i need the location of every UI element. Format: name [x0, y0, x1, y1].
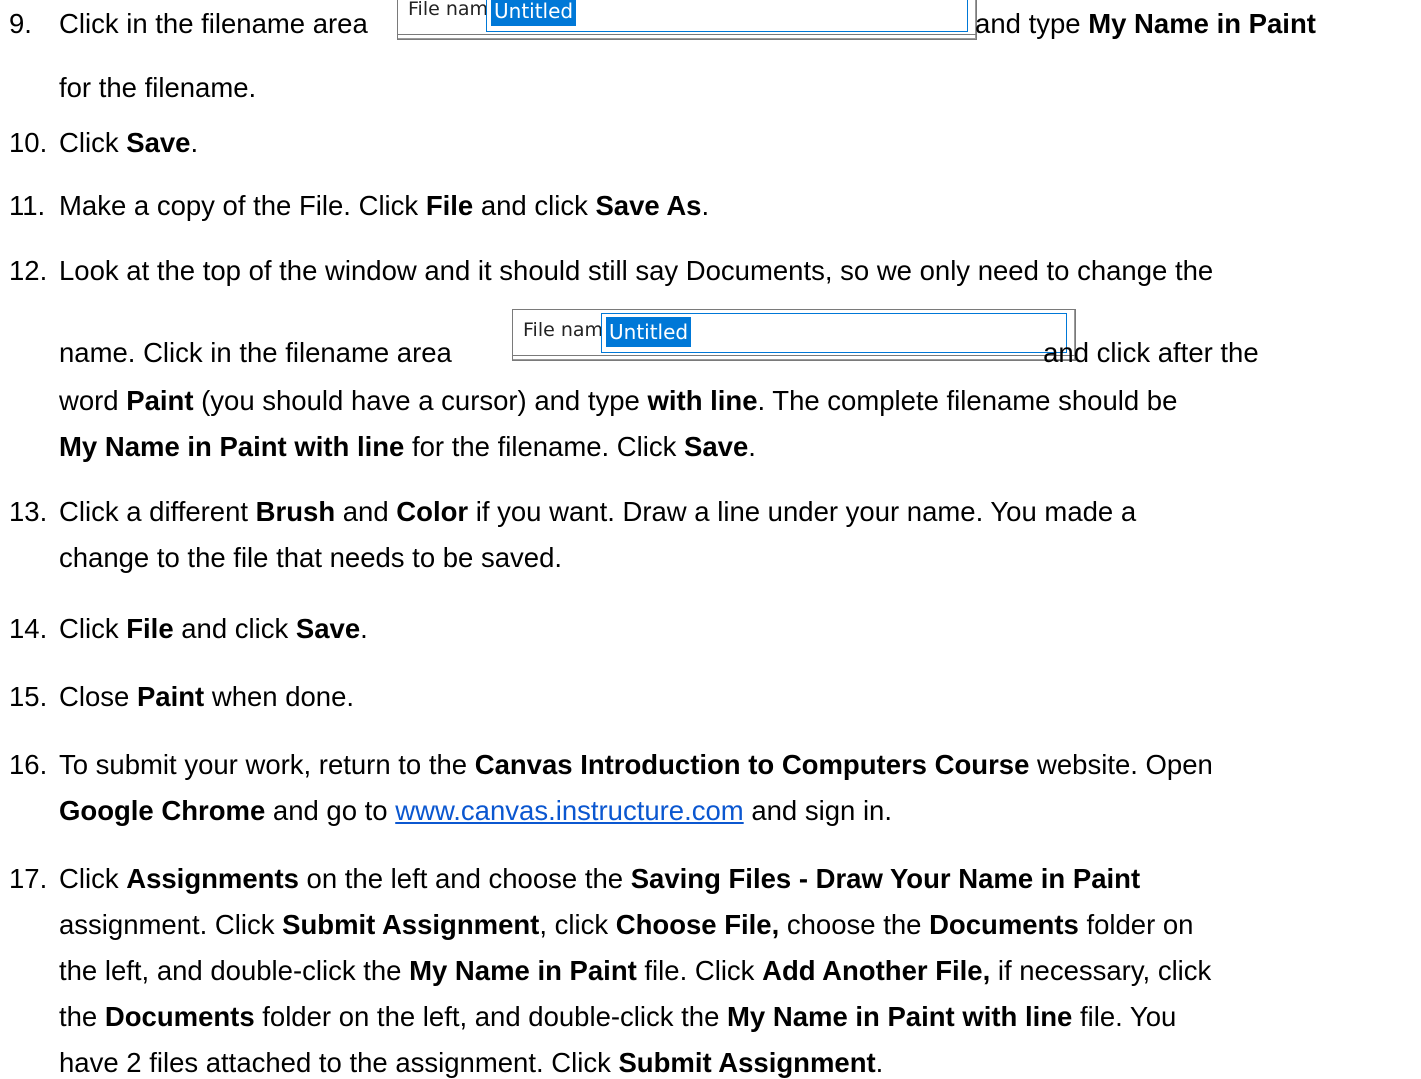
- bold-term: Submit Assignment: [282, 909, 540, 940]
- text: and click: [173, 613, 296, 644]
- step-text-line: Look at the top of the window and it sho…: [59, 255, 1213, 287]
- text: file. You: [1072, 1001, 1177, 1032]
- bold-term: Google Chrome: [59, 795, 266, 826]
- text: have 2 files attached to the assignment.…: [59, 1047, 619, 1078]
- bold-term: Brush: [255, 496, 336, 527]
- text: and sign in.: [743, 795, 892, 826]
- text: folder on the left, and double-click the: [254, 1001, 727, 1032]
- step-text-line: Make a copy of the File. Click File and …: [59, 190, 709, 222]
- bold-term: Add Another File,: [762, 955, 991, 986]
- text: for the filename. Click: [404, 431, 685, 462]
- text: on the left and choose the: [298, 863, 631, 894]
- text: for the filename.: [59, 72, 257, 103]
- bold-term: My Name in Paint: [1088, 8, 1316, 39]
- step-text-line: Click Assignments on the left and choose…: [59, 863, 1140, 895]
- step-number: 9.: [9, 8, 32, 39]
- bold-term: File: [425, 190, 474, 221]
- step-number: 12.: [9, 255, 48, 286]
- canvas-link[interactable]: www.canvas.instructure.com: [395, 795, 743, 826]
- text: and: [335, 496, 397, 527]
- bold-term: Choose File,: [615, 909, 780, 940]
- step-text-line: have 2 files attached to the assignment.…: [59, 1047, 883, 1079]
- step-text-line: word Paint (you should have a cursor) an…: [59, 385, 1177, 417]
- step-text-line: Close Paint when done.: [59, 681, 354, 713]
- text: Click: [59, 863, 127, 894]
- bold-term: Paint: [126, 385, 194, 416]
- step-text-line: Google Chrome and go to www.canvas.instr…: [59, 795, 892, 827]
- text: if necessary, click: [990, 955, 1212, 986]
- text: choose the: [779, 909, 930, 940]
- text: .: [701, 190, 710, 221]
- text: folder on: [1078, 909, 1194, 940]
- step-text-line: My Name in Paint with line for the filen…: [59, 431, 756, 463]
- bold-term: Paint: [136, 681, 205, 712]
- text: assignment. Click: [59, 909, 283, 940]
- text: and click: [473, 190, 596, 221]
- text: and click after the: [1035, 337, 1259, 368]
- bold-term: My Name in Paint with line: [727, 1001, 1073, 1032]
- step-text-line: To submit your work, return to the Canva…: [59, 749, 1213, 781]
- text: .: [875, 1047, 884, 1078]
- bold-term: Canvas Introduction to Computers Course: [474, 749, 1030, 780]
- bold-term: Documents: [104, 1001, 255, 1032]
- text: the left, and double-click the: [59, 955, 410, 986]
- text: Close: [59, 681, 137, 712]
- text: .: [748, 431, 756, 462]
- text: the: [59, 1001, 105, 1032]
- bold-term: Save: [684, 431, 749, 462]
- text: Make a copy of the File. Click: [59, 190, 426, 221]
- bold-term: File: [126, 613, 174, 644]
- bold-term: with line: [647, 385, 758, 416]
- text: Look at the top of the window and it sho…: [59, 255, 1214, 286]
- step-text-line: change to the file that needs to be save…: [59, 542, 562, 574]
- bold-term: My Name in Paint: [409, 955, 637, 986]
- text: change to the file that needs to be save…: [59, 542, 563, 573]
- bold-term: Save: [295, 613, 361, 644]
- step-number: 13.: [9, 496, 48, 527]
- text: . The complete filename should be: [757, 385, 1178, 416]
- bold-term: Assignments: [126, 863, 299, 894]
- step-text-line: the Documents folder on the left, and do…: [59, 1001, 1176, 1033]
- text: .: [190, 127, 199, 158]
- text: word: [59, 385, 127, 416]
- bold-term: My Name in Paint with line: [59, 431, 405, 462]
- step-number: 14.: [9, 613, 48, 644]
- text: and go to: [265, 795, 396, 826]
- step-text-line: for the filename.: [59, 72, 256, 104]
- text: , click: [539, 909, 616, 940]
- step-text-line: assignment. Click Submit Assignment, cli…: [59, 909, 1193, 941]
- step-text-line: Click Save.: [59, 127, 198, 159]
- bold-term: Saving Files - Draw Your Name in Paint: [630, 863, 1141, 894]
- step-text-line: Click a different Brush and Color if you…: [59, 496, 1136, 528]
- step-number: 10.: [9, 127, 48, 158]
- step-number: 15.: [9, 681, 48, 712]
- step-number: 11.: [9, 190, 46, 221]
- text: To submit your work, return to the: [59, 749, 475, 780]
- text: name. Click in the filename area: [59, 337, 460, 368]
- bold-term: Save: [126, 127, 191, 158]
- text: Click: [59, 613, 127, 644]
- text: if you want. Draw a line under your name…: [468, 496, 1137, 527]
- bold-term: Color: [396, 496, 469, 527]
- step-number: 17.: [9, 863, 48, 894]
- text: Click a different: [59, 496, 256, 527]
- step-text-line: the left, and double-click the My Name i…: [59, 955, 1211, 987]
- bold-term: Submit Assignment: [618, 1047, 876, 1078]
- text: website. Open: [1029, 749, 1213, 780]
- text: Click: [59, 127, 127, 158]
- bold-term: Documents: [929, 909, 1079, 940]
- text: file. Click: [636, 955, 763, 986]
- text: (you should have a cursor) and type: [193, 385, 648, 416]
- text: and type: [967, 8, 1089, 39]
- bold-term: Save As: [595, 190, 702, 221]
- step-text-line: name. Click in the filename area and cli…: [59, 337, 1259, 369]
- text: .: [360, 613, 368, 644]
- text: when done.: [204, 681, 355, 712]
- step-text-line: Click in the filename area and type My N…: [59, 8, 1316, 40]
- step-number: 16.: [9, 749, 48, 780]
- text: Click in the filename area: [59, 8, 376, 39]
- step-text-line: Click File and click Save.: [59, 613, 368, 645]
